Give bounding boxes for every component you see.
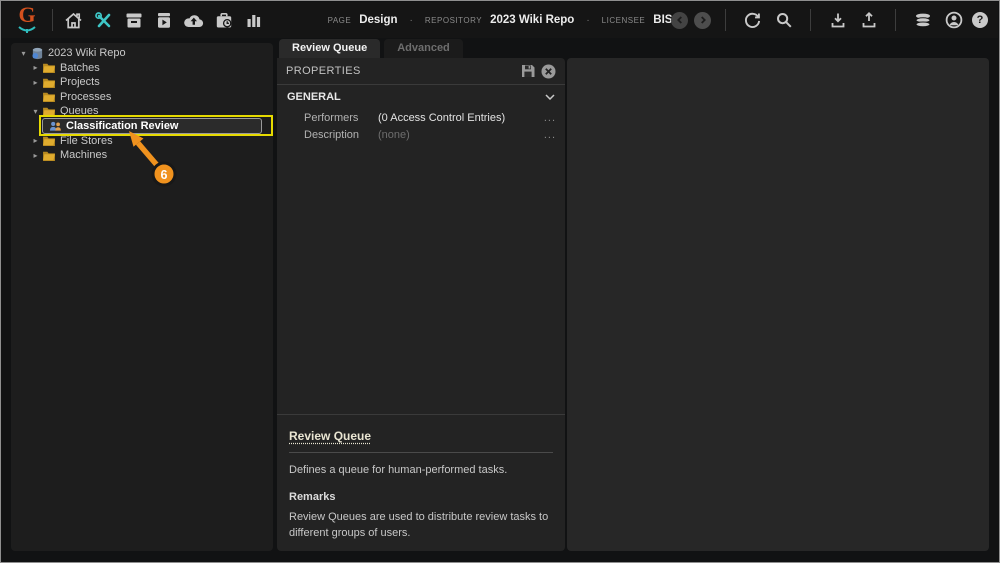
toolbar-divider: [52, 9, 53, 31]
expander-icon[interactable]: ▾: [30, 107, 41, 116]
tree-item-label: Processes: [57, 91, 111, 103]
node-tree-panel: ▾ 2023 Wiki Repo ▸: [11, 43, 273, 551]
tree-item-label: File Stores: [57, 135, 113, 147]
download-icon[interactable]: [825, 7, 850, 33]
context-separator: ·: [582, 15, 593, 26]
context-separator: ·: [406, 15, 417, 26]
design-tools-icon[interactable]: [91, 7, 116, 33]
stats-bar-chart-icon[interactable]: [241, 7, 266, 33]
user-account-icon[interactable]: [941, 7, 966, 33]
tree-item-projects[interactable]: ▸ Projects: [11, 75, 273, 90]
batch-process-play-icon[interactable]: [151, 7, 176, 33]
general-section-header[interactable]: GENERAL: [277, 85, 565, 109]
toolbar-divider: [895, 9, 896, 31]
description-value[interactable]: (none): [378, 129, 544, 141]
repository-label: REPOSITORY: [425, 16, 482, 25]
general-section-label: GENERAL: [287, 91, 341, 103]
expander-icon[interactable]: ▸: [30, 136, 41, 145]
performers-value[interactable]: (0 Access Control Entries): [378, 112, 544, 124]
properties-panel: PROPERTIES: [277, 58, 565, 551]
tree-item-queues[interactable]: ▾ Queues: [11, 104, 273, 119]
property-row-performers: Performers (0 Access Control Entries) ..…: [277, 109, 565, 126]
grooper-logo: G: [10, 4, 44, 36]
tab-review-queue[interactable]: Review Queue: [279, 39, 380, 58]
toolbar-right-icons: ?: [671, 2, 988, 38]
folder-icon: [41, 106, 57, 117]
toolbar-divider: [810, 9, 811, 31]
save-button[interactable]: [521, 64, 535, 78]
help-divider: [289, 452, 553, 453]
folder-icon: [41, 77, 57, 88]
folder-icon: [41, 62, 57, 73]
tree-item-file-stores[interactable]: ▸ File Stores: [11, 134, 273, 149]
logo-letter: G: [18, 2, 35, 27]
property-row-description: Description (none) ...: [277, 126, 565, 143]
tree-item-label: 2023 Wiki Repo: [45, 47, 126, 59]
expander-icon[interactable]: ▾: [18, 49, 29, 58]
app-window: G: [0, 0, 1000, 563]
tree-item-label: Projects: [57, 76, 100, 88]
help-remarks-text: Review Queues are used to distribute rev…: [289, 510, 553, 542]
tab-advanced[interactable]: Advanced: [384, 39, 463, 58]
nav-back-button[interactable]: [671, 12, 688, 29]
help-icon[interactable]: ?: [972, 12, 988, 28]
cloud-upload-icon[interactable]: [181, 7, 206, 33]
search-icon[interactable]: [771, 7, 796, 33]
performers-label: Performers: [304, 112, 378, 124]
detail-tabs: Review Queue Advanced: [279, 39, 463, 58]
properties-actions: [521, 64, 556, 79]
expander-icon[interactable]: ▸: [30, 63, 41, 72]
expander-icon[interactable]: ▸: [30, 151, 41, 160]
tree-item-label: Batches: [57, 62, 100, 74]
licensee-label: LICENSEE: [602, 16, 646, 25]
top-toolbar: G: [2, 2, 998, 38]
batches-box-icon[interactable]: [121, 7, 146, 33]
tree-item-classification-review[interactable]: Classification Review: [42, 118, 262, 134]
chevron-down-icon: [545, 94, 555, 100]
tree-item-label: Queues: [57, 105, 99, 117]
page-value[interactable]: Design: [359, 14, 397, 26]
close-icon[interactable]: [541, 64, 556, 79]
folder-icon: [41, 150, 57, 161]
help-description: Defines a queue for human-performed task…: [289, 463, 553, 479]
toolbar-divider: [725, 9, 726, 31]
tree-item-batches[interactable]: ▸ Batches: [11, 61, 273, 76]
tree-item-label: Machines: [57, 149, 107, 161]
properties-title: PROPERTIES: [286, 65, 361, 77]
tree-item-machines[interactable]: ▸ Machines: [11, 148, 273, 163]
licensee-value[interactable]: BIS: [653, 14, 672, 26]
context-breadcrumb: PAGE Design · REPOSITORY 2023 Wiki Repo …: [328, 2, 673, 38]
upload-icon[interactable]: [856, 7, 881, 33]
tree-item-processes[interactable]: Processes: [11, 90, 273, 105]
help-title: Review Queue: [289, 429, 371, 443]
performers-more-button[interactable]: ...: [544, 112, 556, 124]
nav-forward-button[interactable]: [694, 12, 711, 29]
tree-item-label: Classification Review: [63, 120, 179, 132]
repository-tree: ▾ 2023 Wiki Repo ▸: [11, 43, 273, 163]
repository-value[interactable]: 2023 Wiki Repo: [490, 14, 574, 26]
properties-header: PROPERTIES: [277, 58, 565, 85]
repositories-layers-icon[interactable]: [910, 7, 935, 33]
content-workspace-panel: [567, 58, 989, 551]
description-label: Description: [304, 129, 378, 141]
repository-icon: [29, 47, 45, 60]
expander-icon[interactable]: ▸: [30, 78, 41, 87]
description-more-button[interactable]: ...: [544, 129, 556, 141]
folder-icon: [41, 135, 57, 146]
logo-roots-icon: [17, 25, 37, 34]
home-icon[interactable]: [61, 7, 86, 33]
review-queue-people-icon: [47, 121, 63, 131]
tree-item-repo-root[interactable]: ▾ 2023 Wiki Repo: [11, 46, 273, 61]
help-pane: Review Queue Defines a queue for human-p…: [277, 414, 565, 551]
help-remarks-label: Remarks: [289, 491, 553, 503]
refresh-icon[interactable]: [740, 7, 765, 33]
folder-icon: [41, 91, 57, 102]
page-label: PAGE: [328, 16, 352, 25]
toolbar-icons: [61, 7, 266, 33]
briefcase-clock-icon[interactable]: [211, 7, 236, 33]
